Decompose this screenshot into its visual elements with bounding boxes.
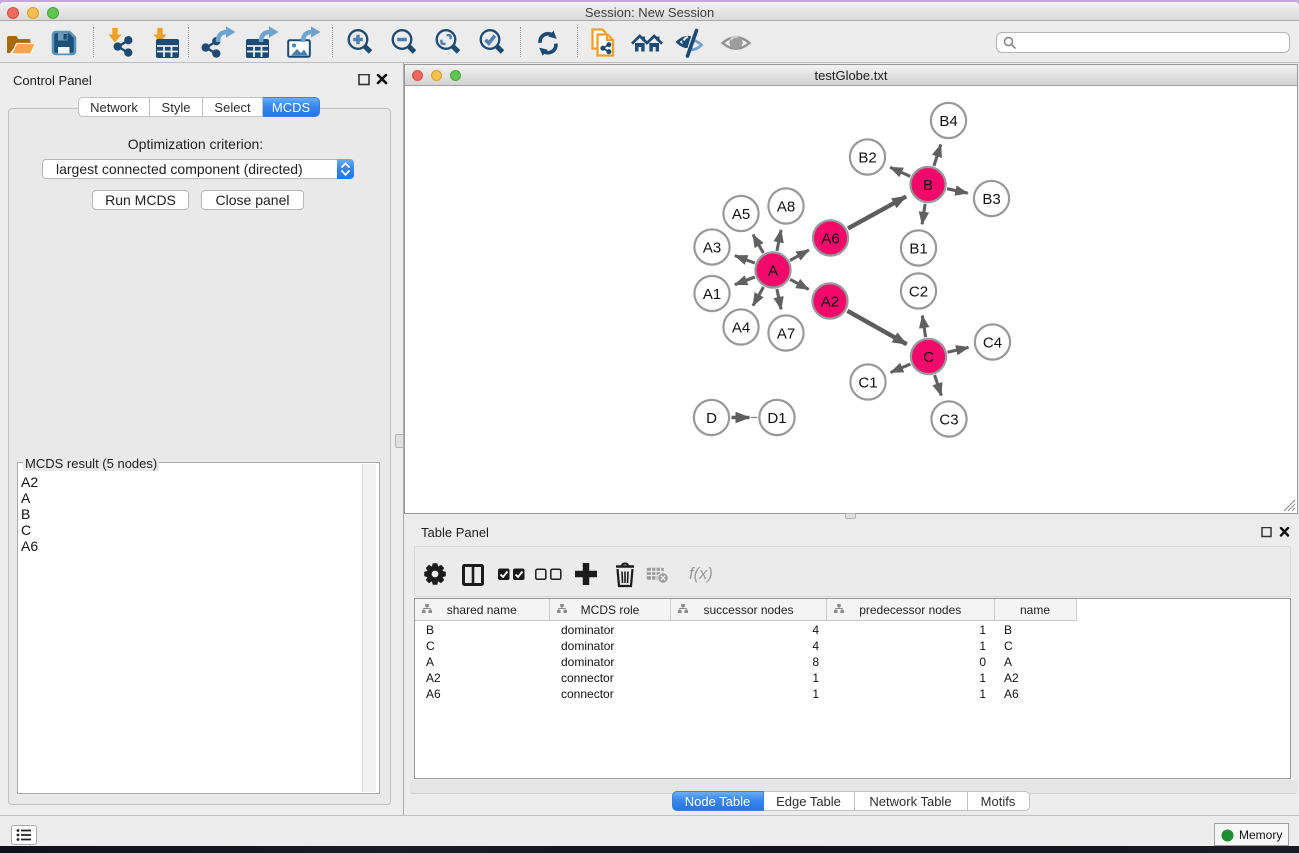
- svg-text:A3: A3: [703, 239, 721, 256]
- svg-text:A4: A4: [732, 319, 750, 336]
- svg-text:C: C: [923, 349, 934, 366]
- svg-text:A7: A7: [777, 325, 795, 342]
- svg-text:A6: A6: [821, 230, 839, 247]
- svg-text:D1: D1: [767, 410, 786, 427]
- svg-text:C1: C1: [858, 374, 877, 391]
- svg-text:C4: C4: [983, 334, 1002, 351]
- svg-text:D: D: [706, 410, 717, 427]
- svg-text:B4: B4: [939, 113, 957, 130]
- svg-text:B1: B1: [909, 240, 927, 257]
- svg-text:A1: A1: [703, 286, 721, 303]
- svg-text:C3: C3: [939, 411, 958, 428]
- svg-text:A5: A5: [732, 206, 750, 223]
- svg-text:B3: B3: [982, 191, 1000, 208]
- svg-text:f(x): f(x): [689, 565, 713, 583]
- svg-text:A: A: [768, 262, 778, 279]
- svg-text:B2: B2: [858, 149, 876, 166]
- svg-text:C2: C2: [909, 283, 928, 300]
- svg-text:A8: A8: [777, 198, 795, 215]
- svg-text:B: B: [923, 177, 933, 194]
- svg-text:A2: A2: [821, 293, 839, 310]
